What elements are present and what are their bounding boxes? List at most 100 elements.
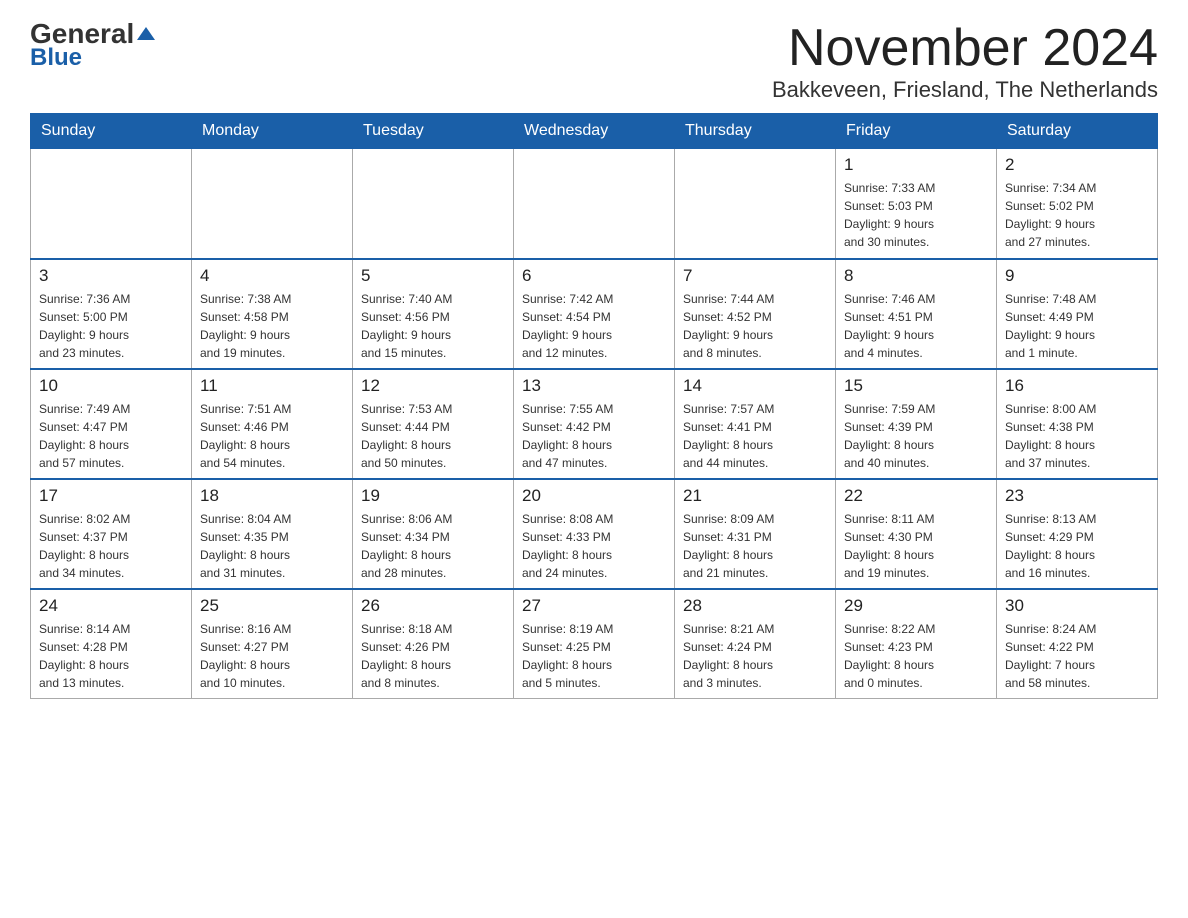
day-number: 20 (522, 486, 666, 506)
day-number: 17 (39, 486, 183, 506)
day-number: 13 (522, 376, 666, 396)
day-number: 26 (361, 596, 505, 616)
day-info: Sunrise: 7:42 AMSunset: 4:54 PMDaylight:… (522, 290, 666, 362)
day-number: 4 (200, 266, 344, 286)
calendar-cell: 16 Sunrise: 8:00 AMSunset: 4:38 PMDayligh… (997, 369, 1158, 479)
calendar-cell: 6 Sunrise: 7:42 AMSunset: 4:54 PMDaylight… (514, 259, 675, 369)
day-info: Sunrise: 8:24 AMSunset: 4:22 PMDaylight:… (1005, 620, 1149, 692)
day-info: Sunrise: 7:46 AMSunset: 4:51 PMDaylight:… (844, 290, 988, 362)
day-info: Sunrise: 8:11 AMSunset: 4:30 PMDaylight:… (844, 510, 988, 582)
day-number: 21 (683, 486, 827, 506)
day-info: Sunrise: 8:18 AMSunset: 4:26 PMDaylight:… (361, 620, 505, 692)
day-info: Sunrise: 7:57 AMSunset: 4:41 PMDaylight:… (683, 400, 827, 472)
calendar-cell: 19 Sunrise: 8:06 AMSunset: 4:34 PMDayligh… (353, 479, 514, 589)
calendar-cell: 13 Sunrise: 7:55 AMSunset: 4:42 PMDayligh… (514, 369, 675, 479)
day-number: 2 (1005, 155, 1149, 175)
calendar-cell: 28 Sunrise: 8:21 AMSunset: 4:24 PMDayligh… (675, 589, 836, 699)
calendar-cell: 26 Sunrise: 8:18 AMSunset: 4:26 PMDayligh… (353, 589, 514, 699)
day-info: Sunrise: 7:51 AMSunset: 4:46 PMDaylight:… (200, 400, 344, 472)
day-number: 15 (844, 376, 988, 396)
day-info: Sunrise: 8:21 AMSunset: 4:24 PMDaylight:… (683, 620, 827, 692)
calendar-cell: 8Sunrise: 7:46 AMSunset: 4:51 PMDaylight… (836, 259, 997, 369)
weekday-header-wednesday: Wednesday (514, 114, 675, 149)
day-number: 11 (200, 376, 344, 396)
calendar-cell: 4 Sunrise: 7:38 AMSunset: 4:58 PMDaylight… (192, 259, 353, 369)
weekday-header-friday: Friday (836, 114, 997, 149)
calendar-week-row: 24 Sunrise: 8:14 AMSunset: 4:28 PMDayligh… (31, 589, 1158, 699)
day-info: Sunrise: 7:48 AMSunset: 4:49 PMDaylight:… (1005, 290, 1149, 362)
title-block: November 2024 Bakkeveen, Friesland, The … (772, 20, 1158, 103)
calendar-week-row: 10 Sunrise: 7:49 AMSunset: 4:47 PMDayligh… (31, 369, 1158, 479)
day-info: Sunrise: 7:49 AMSunset: 4:47 PMDaylight:… (39, 400, 183, 472)
day-number: 19 (361, 486, 505, 506)
day-number: 10 (39, 376, 183, 396)
day-info: Sunrise: 8:14 AMSunset: 4:28 PMDaylight:… (39, 620, 183, 692)
calendar-cell (31, 149, 192, 259)
calendar-cell: 5Sunrise: 7:40 AMSunset: 4:56 PMDaylight… (353, 259, 514, 369)
day-info: Sunrise: 8:09 AMSunset: 4:31 PMDaylight:… (683, 510, 827, 582)
day-number: 3 (39, 266, 183, 286)
calendar-week-row: 1Sunrise: 7:33 AMSunset: 5:03 PMDaylight… (31, 149, 1158, 259)
day-info: Sunrise: 7:53 AMSunset: 4:44 PMDaylight:… (361, 400, 505, 472)
calendar-cell: 25 Sunrise: 8:16 AMSunset: 4:27 PMDayligh… (192, 589, 353, 699)
calendar-cell: 30 Sunrise: 8:24 AMSunset: 4:22 PMDayligh… (997, 589, 1158, 699)
calendar-cell: 17 Sunrise: 8:02 AMSunset: 4:37 PMDayligh… (31, 479, 192, 589)
day-number: 16 (1005, 376, 1149, 396)
calendar-table: SundayMondayTuesdayWednesdayThursdayFrid… (30, 113, 1158, 699)
calendar-cell: 12 Sunrise: 7:53 AMSunset: 4:44 PMDayligh… (353, 369, 514, 479)
calendar-cell: 3 Sunrise: 7:36 AMSunset: 5:00 PMDaylight… (31, 259, 192, 369)
day-info: Sunrise: 8:04 AMSunset: 4:35 PMDaylight:… (200, 510, 344, 582)
day-info: Sunrise: 8:22 AMSunset: 4:23 PMDaylight:… (844, 620, 988, 692)
day-number: 27 (522, 596, 666, 616)
weekday-header-sunday: Sunday (31, 114, 192, 149)
logo: General Blue (30, 20, 155, 72)
calendar-cell: 7 Sunrise: 7:44 AMSunset: 4:52 PMDaylight… (675, 259, 836, 369)
weekday-header-saturday: Saturday (997, 114, 1158, 149)
day-info: Sunrise: 7:36 AMSunset: 5:00 PMDaylight:… (39, 290, 183, 362)
calendar-cell: 15 Sunrise: 7:59 AMSunset: 4:39 PMDayligh… (836, 369, 997, 479)
day-number: 29 (844, 596, 988, 616)
calendar-cell: 20Sunrise: 8:08 AMSunset: 4:33 PMDayligh… (514, 479, 675, 589)
calendar-cell (192, 149, 353, 259)
calendar-cell: 11 Sunrise: 7:51 AMSunset: 4:46 PMDayligh… (192, 369, 353, 479)
day-info: Sunrise: 7:44 AMSunset: 4:52 PMDaylight:… (683, 290, 827, 362)
calendar-cell: 18 Sunrise: 8:04 AMSunset: 4:35 PMDayligh… (192, 479, 353, 589)
day-info: Sunrise: 7:34 AMSunset: 5:02 PMDaylight:… (1005, 179, 1149, 251)
calendar-cell: 24 Sunrise: 8:14 AMSunset: 4:28 PMDayligh… (31, 589, 192, 699)
calendar-cell (675, 149, 836, 259)
month-title: November 2024 (772, 20, 1158, 77)
calendar-week-row: 17 Sunrise: 8:02 AMSunset: 4:37 PMDayligh… (31, 479, 1158, 589)
day-info: Sunrise: 7:33 AMSunset: 5:03 PMDaylight:… (844, 179, 988, 251)
day-number: 23 (1005, 486, 1149, 506)
day-info: Sunrise: 7:59 AMSunset: 4:39 PMDaylight:… (844, 400, 988, 472)
calendar-cell (353, 149, 514, 259)
day-number: 30 (1005, 596, 1149, 616)
day-number: 5 (361, 266, 505, 286)
day-number: 24 (39, 596, 183, 616)
location-title: Bakkeveen, Friesland, The Netherlands (772, 77, 1158, 103)
day-info: Sunrise: 8:00 AMSunset: 4:38 PMDaylight:… (1005, 400, 1149, 472)
day-info: Sunrise: 8:02 AMSunset: 4:37 PMDaylight:… (39, 510, 183, 582)
day-number: 22 (844, 486, 988, 506)
day-info: Sunrise: 8:19 AMSunset: 4:25 PMDaylight:… (522, 620, 666, 692)
calendar-cell: 1Sunrise: 7:33 AMSunset: 5:03 PMDaylight… (836, 149, 997, 259)
day-number: 6 (522, 266, 666, 286)
page-header: General Blue November 2024 Bakkeveen, Fr… (30, 20, 1158, 103)
calendar-cell: 22 Sunrise: 8:11 AMSunset: 4:30 PMDayligh… (836, 479, 997, 589)
weekday-header-row: SundayMondayTuesdayWednesdayThursdayFrid… (31, 114, 1158, 149)
calendar-week-row: 3 Sunrise: 7:36 AMSunset: 5:00 PMDaylight… (31, 259, 1158, 369)
day-number: 28 (683, 596, 827, 616)
calendar-cell: 10 Sunrise: 7:49 AMSunset: 4:47 PMDayligh… (31, 369, 192, 479)
calendar-cell: 23 Sunrise: 8:13 AMSunset: 4:29 PMDayligh… (997, 479, 1158, 589)
day-number: 7 (683, 266, 827, 286)
day-info: Sunrise: 7:55 AMSunset: 4:42 PMDaylight:… (522, 400, 666, 472)
day-number: 9 (1005, 266, 1149, 286)
calendar-cell: 9 Sunrise: 7:48 AMSunset: 4:49 PMDaylight… (997, 259, 1158, 369)
day-number: 12 (361, 376, 505, 396)
day-number: 18 (200, 486, 344, 506)
day-number: 25 (200, 596, 344, 616)
day-info: Sunrise: 8:13 AMSunset: 4:29 PMDaylight:… (1005, 510, 1149, 582)
day-info: Sunrise: 8:16 AMSunset: 4:27 PMDaylight:… (200, 620, 344, 692)
day-info: Sunrise: 7:38 AMSunset: 4:58 PMDaylight:… (200, 290, 344, 362)
day-info: Sunrise: 8:06 AMSunset: 4:34 PMDaylight:… (361, 510, 505, 582)
